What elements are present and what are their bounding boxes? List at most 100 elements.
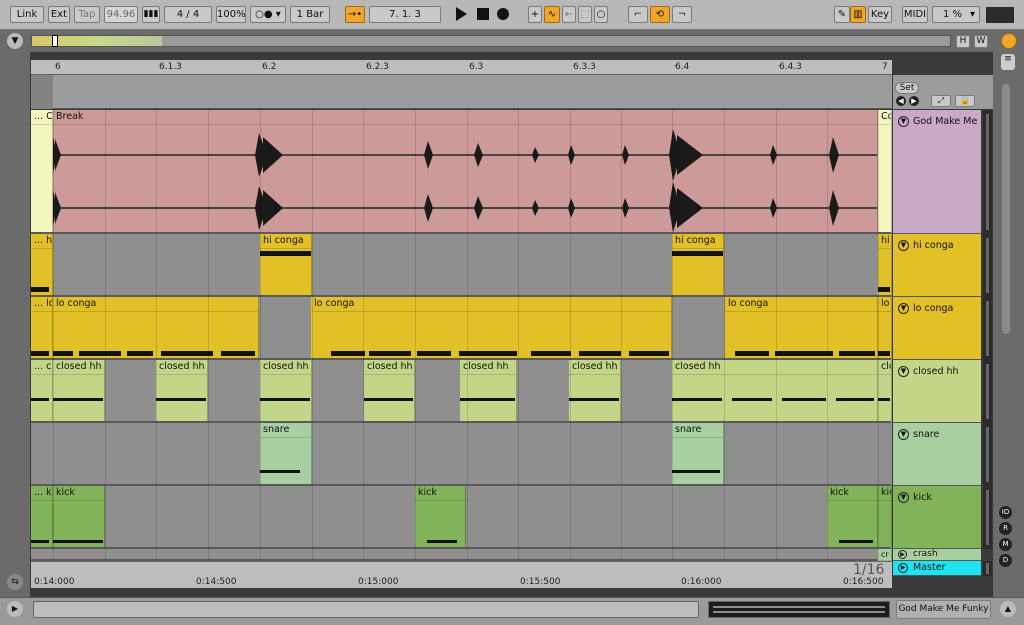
view-menu-icon[interactable] bbox=[1001, 33, 1017, 49]
overview-track[interactable] bbox=[31, 35, 951, 47]
grid-size-label[interactable]: 1/16 bbox=[853, 562, 884, 578]
overview-playhead[interactable] bbox=[52, 35, 58, 47]
play-icon[interactable] bbox=[456, 7, 467, 21]
clip-lo-conga[interactable]: lo conga bbox=[53, 297, 259, 358]
fold-arrow-icon[interactable]: ▼ bbox=[898, 366, 909, 377]
punch-in-icon[interactable]: ⌐ bbox=[628, 6, 648, 23]
tempo-field[interactable]: 94.96 bbox=[104, 6, 138, 23]
follow-toggle-icon[interactable]: ○● ▾ bbox=[250, 6, 286, 23]
clip-lo-conga-left[interactable]: ... lo bbox=[31, 297, 53, 358]
clip-crash-right[interactable]: cr bbox=[878, 549, 892, 561]
next-locator-icon[interactable]: ▶ bbox=[909, 96, 919, 106]
delay-toggle-icon[interactable]: D bbox=[999, 554, 1012, 567]
fold-arrow-icon[interactable]: ▶ bbox=[898, 550, 907, 559]
disclosure-icon[interactable]: ▼ bbox=[7, 33, 23, 49]
time-ruler[interactable]: 0:14:000 0:14:500 0:15:000 0:15:500 0:16… bbox=[31, 561, 892, 588]
fold-arrow-icon[interactable]: ▼ bbox=[898, 303, 909, 314]
track-header-hi-conga[interactable]: ▼ hi conga bbox=[893, 234, 981, 297]
clip-kick-right[interactable]: kic bbox=[878, 486, 892, 547]
vertical-scrollbar[interactable] bbox=[1002, 84, 1010, 334]
track-name[interactable]: crash bbox=[913, 549, 938, 559]
metronome-bars-icon[interactable]: ▮▮▮ bbox=[142, 6, 160, 23]
clip-closed-hh[interactable]: closed hh bbox=[460, 360, 517, 421]
fold-arrow-icon[interactable]: ▶ bbox=[898, 563, 908, 573]
io-toggle-icon[interactable]: IO bbox=[999, 506, 1012, 519]
track-header-snare[interactable]: ▼ snare bbox=[893, 423, 981, 486]
stop-icon[interactable] bbox=[477, 8, 489, 20]
clip-kick[interactable]: kick bbox=[827, 486, 878, 547]
clip-lo-conga[interactable]: lo conga bbox=[311, 297, 672, 358]
lane-crash[interactable] bbox=[31, 549, 891, 561]
punch-out-icon[interactable]: ¬ bbox=[672, 6, 692, 23]
clip-closed-hh-left[interactable]: ... cl bbox=[31, 360, 53, 421]
clip-hi-conga[interactable]: hi conga bbox=[260, 234, 312, 295]
keyboard-icon[interactable]: ▥ bbox=[850, 6, 866, 23]
clip-hi-conga-left[interactable]: ... hi bbox=[31, 234, 53, 295]
zoom-field[interactable]: 100% bbox=[216, 6, 246, 23]
back-to-arrangement-icon[interactable]: ← bbox=[562, 6, 576, 23]
set-button[interactable]: Set bbox=[895, 82, 919, 94]
track-header-closed-hh[interactable]: ▼ closed hh bbox=[893, 360, 981, 423]
clip-closed-hh[interactable]: closed hh bbox=[53, 360, 105, 421]
track-name[interactable]: snare bbox=[913, 429, 939, 440]
track-header-god-make-me[interactable]: ▼ God Make Me bbox=[893, 110, 981, 234]
clip-kick[interactable]: kick bbox=[415, 486, 466, 547]
bar-ruler[interactable]: 6 6.1.3 6.2 6.2.3 6.3 6.3.3 6.4 6.4.3 7 bbox=[31, 60, 892, 75]
lane-hi-conga[interactable] bbox=[31, 234, 891, 297]
clip-lo-conga-right[interactable]: lo bbox=[878, 297, 892, 358]
clip-lo-conga[interactable]: lo conga bbox=[725, 297, 878, 358]
track-header-kick[interactable]: ▼ kick bbox=[893, 486, 981, 549]
detail-view-toggle-icon[interactable]: ▲ bbox=[1000, 601, 1016, 617]
track-header-crash[interactable]: ▶ crash bbox=[893, 549, 981, 561]
info-view-toggle-icon[interactable]: ▶ bbox=[7, 601, 23, 617]
mixer-toggle-icon[interactable]: M bbox=[999, 538, 1012, 551]
clip-closed-hh[interactable]: closed hh bbox=[672, 360, 878, 421]
loop-brace-area[interactable] bbox=[31, 75, 892, 109]
clip-kick-left[interactable]: ... ki bbox=[31, 486, 53, 547]
clip-break-right[interactable]: Co bbox=[878, 110, 892, 232]
track-header-lo-conga[interactable]: ▼ lo conga bbox=[893, 297, 981, 360]
fold-arrow-icon[interactable]: ▼ bbox=[898, 492, 909, 503]
fold-arrow-icon[interactable]: ▼ bbox=[898, 429, 909, 440]
record-icon[interactable] bbox=[497, 8, 509, 20]
lock-icon[interactable]: 🔒 bbox=[955, 95, 975, 107]
track-name[interactable]: God Make Me bbox=[913, 116, 977, 127]
fold-arrow-icon[interactable]: ▼ bbox=[898, 116, 909, 127]
h-button[interactable]: H bbox=[956, 35, 970, 48]
midi-map-button[interactable]: MIDI bbox=[902, 6, 928, 23]
clip-hi-conga-right[interactable]: hi bbox=[878, 234, 892, 295]
capture-icon[interactable]: ⬚ bbox=[578, 6, 592, 23]
clip-break-left[interactable]: ... C bbox=[31, 110, 53, 232]
position-field[interactable]: 7. 1. 3 bbox=[369, 6, 441, 23]
clip-closed-hh[interactable]: closed hh bbox=[260, 360, 312, 421]
expand-icon[interactable]: ⤢ bbox=[931, 95, 951, 107]
selected-clip-name[interactable]: God Make Me Funky bbox=[896, 600, 991, 619]
track-name[interactable]: closed hh bbox=[913, 366, 959, 377]
clip-snare[interactable]: snare bbox=[260, 423, 312, 484]
loop-switch-icon[interactable]: ⟲ bbox=[650, 6, 670, 23]
lane-snare[interactable] bbox=[31, 423, 891, 486]
arrangement-position-icon[interactable]: →• bbox=[345, 6, 365, 23]
clip-closed-hh[interactable]: closed hh bbox=[364, 360, 415, 421]
key-map-button[interactable]: Key bbox=[868, 6, 892, 23]
session-record-icon[interactable]: ○ bbox=[594, 6, 608, 23]
track-name[interactable]: kick bbox=[913, 492, 932, 503]
side-strip-icon[interactable]: ≡ bbox=[1001, 54, 1015, 70]
track-name[interactable]: Master bbox=[913, 562, 945, 573]
loop-brace-left[interactable] bbox=[31, 75, 53, 109]
clip-closed-hh[interactable]: closed hh bbox=[569, 360, 621, 421]
clip-hi-conga[interactable]: hi conga bbox=[672, 234, 724, 295]
time-signature-field[interactable]: 4 / 4 bbox=[164, 6, 212, 23]
automation-arm-icon[interactable]: ∿ bbox=[544, 6, 560, 23]
prev-locator-icon[interactable]: ◀ bbox=[896, 96, 906, 106]
draw-mode-icon[interactable]: ✎ bbox=[834, 6, 850, 23]
return-toggle-icon[interactable]: R bbox=[999, 522, 1012, 535]
clip-closed-hh-right[interactable]: clo bbox=[878, 360, 892, 421]
track-name[interactable]: lo conga bbox=[913, 303, 953, 314]
clip-break[interactable]: Break bbox=[53, 110, 878, 232]
w-button[interactable]: W bbox=[974, 35, 988, 48]
overdub-icon[interactable]: + bbox=[528, 6, 542, 23]
clip-closed-hh[interactable]: closed hh bbox=[156, 360, 208, 421]
link-button[interactable]: Link bbox=[10, 6, 44, 23]
tap-button[interactable]: Tap bbox=[74, 6, 100, 23]
